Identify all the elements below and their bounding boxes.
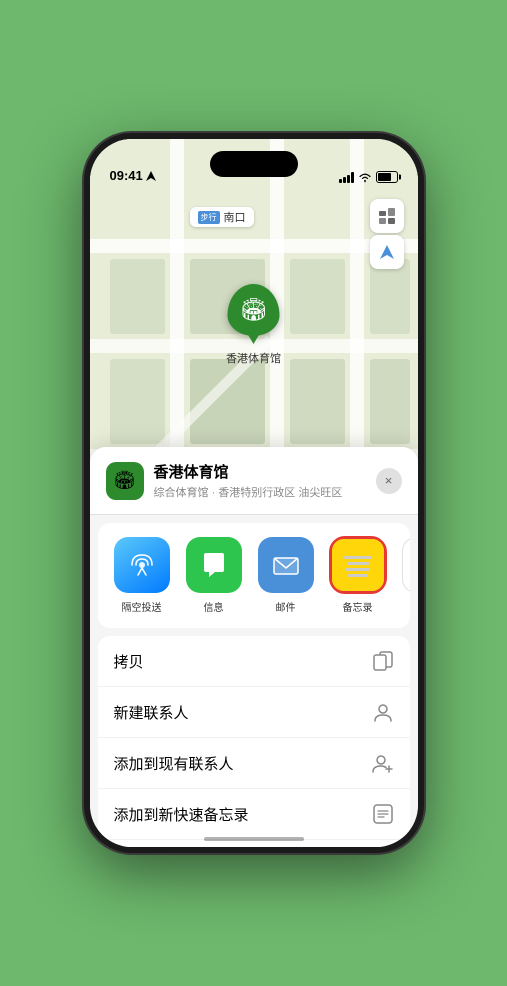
share-item-messages[interactable]: 信息: [186, 537, 242, 614]
phone-screen: 09:41: [90, 139, 418, 847]
action-copy-label: 拷贝: [114, 651, 144, 672]
venue-info: 香港体育馆 综合体育馆 · 香港特别行政区 油尖旺区: [154, 461, 366, 500]
action-new-contact-label: 新建联系人: [114, 702, 189, 723]
mail-icon: [258, 537, 314, 593]
signal-icon: [339, 171, 354, 183]
map-controls[interactable]: [370, 199, 404, 269]
map-pin-label: 香港体育馆: [226, 350, 281, 366]
action-new-contact[interactable]: 新建联系人: [98, 687, 410, 738]
phone-frame: 09:41: [84, 133, 424, 853]
venue-name: 香港体育馆: [154, 461, 366, 482]
map-label-icon: 步行: [198, 211, 220, 224]
notes-icon: [330, 537, 386, 593]
battery-icon: [376, 171, 398, 183]
action-add-contact[interactable]: 添加到现有联系人: [98, 738, 410, 789]
action-add-contact-label: 添加到现有联系人: [114, 753, 234, 774]
venue-subtitle: 综合体育馆 · 香港特别行政区 油尖旺区: [154, 484, 366, 500]
share-item-airdrop[interactable]: 隔空投送: [114, 537, 170, 614]
location-button[interactable]: [370, 235, 404, 269]
pin-icon: 🏟: [240, 297, 268, 323]
share-row: 隔空投送 信息: [98, 523, 410, 628]
notes-label: 备忘录: [343, 599, 373, 614]
copy-icon: [372, 650, 394, 672]
wifi-icon: [358, 171, 372, 183]
quick-note-icon: [372, 803, 394, 825]
action-list: 拷贝 新建联系人 添加到现有联系人: [98, 636, 410, 847]
action-copy[interactable]: 拷贝: [98, 636, 410, 687]
status-icons: [339, 171, 398, 183]
action-print[interactable]: 打印: [98, 840, 410, 847]
map-label: 步行 南口: [190, 207, 254, 227]
more-icon: [402, 537, 410, 593]
share-item-more[interactable]: 推: [402, 537, 410, 614]
new-contact-icon: [372, 701, 394, 723]
venue-icon: 🏟: [106, 462, 144, 500]
map-label-text: 南口: [224, 209, 246, 225]
add-contact-icon: [372, 752, 394, 774]
map-type-button[interactable]: [370, 199, 404, 233]
location-arrow-icon: [146, 171, 156, 181]
status-time: 09:41: [110, 168, 143, 183]
map-pin: 🏟: [228, 284, 280, 336]
map-pin-container: 🏟 香港体育馆: [226, 284, 281, 366]
share-item-mail[interactable]: 邮件: [258, 537, 314, 614]
dynamic-island: [210, 151, 298, 177]
home-indicator: [204, 837, 304, 841]
action-quick-note[interactable]: 添加到新快速备忘录: [98, 789, 410, 840]
messages-icon: [186, 537, 242, 593]
venue-header: 🏟 香港体育馆 综合体育馆 · 香港特别行政区 油尖旺区 ×: [90, 447, 418, 515]
close-button[interactable]: ×: [376, 468, 402, 494]
share-item-notes[interactable]: 备忘录: [330, 537, 386, 614]
action-quick-note-label: 添加到新快速备忘录: [114, 804, 249, 825]
messages-label: 信息: [204, 599, 224, 614]
airdrop-label: 隔空投送: [122, 599, 162, 614]
mail-label: 邮件: [276, 599, 296, 614]
bottom-sheet: 🏟 香港体育馆 综合体育馆 · 香港特别行政区 油尖旺区 ×: [90, 447, 418, 847]
airdrop-icon: [114, 537, 170, 593]
